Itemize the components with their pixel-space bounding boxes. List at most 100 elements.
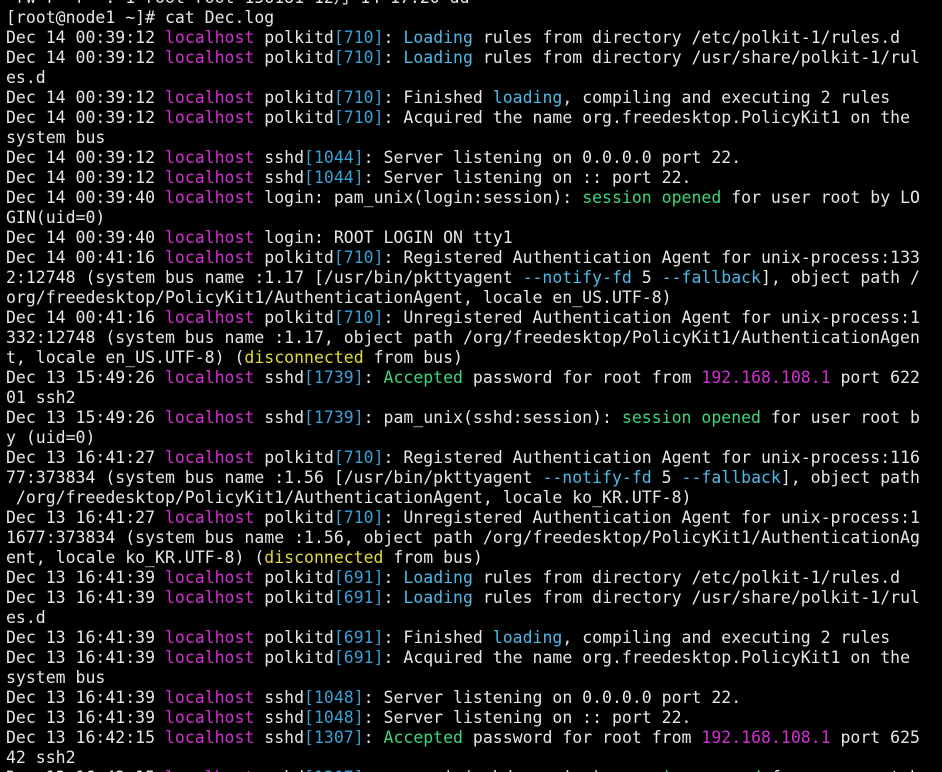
log-text: 5 bbox=[651, 468, 682, 487]
log-text: : Unregistered Authentication Agent for … bbox=[383, 508, 920, 527]
log-line: system bus bbox=[6, 128, 938, 148]
log-line: Dec 13 16:42:15 localhost sshd[1307]: Ac… bbox=[6, 728, 938, 748]
hostname-label: localhost bbox=[164, 168, 255, 187]
log-text: polkitd bbox=[254, 28, 334, 47]
log-text: Dec 14 00:39:12 bbox=[6, 88, 165, 107]
process-id-label: [1044] bbox=[304, 168, 364, 187]
log-line: org/freedesktop/PolicyKit1/Authenticatio… bbox=[6, 288, 938, 308]
log-text: system bus bbox=[6, 668, 106, 687]
log-text: polkitd bbox=[254, 648, 334, 667]
log-text: sshd bbox=[254, 688, 305, 707]
keyword-highlight: loading bbox=[492, 628, 563, 647]
keyword-highlight: --fallback bbox=[681, 468, 781, 487]
log-text: Dec 14 00:39:40 bbox=[6, 188, 165, 207]
hostname-label: localhost bbox=[164, 688, 255, 707]
log-text: polkitd bbox=[254, 248, 334, 267]
status-success-text: session opened bbox=[621, 408, 761, 427]
status-success-text: session opened bbox=[622, 768, 761, 772]
log-text: for user root by LO bbox=[721, 188, 920, 207]
log-text: Dec 13 16:41:39 bbox=[6, 688, 165, 707]
process-id-label: [691] bbox=[333, 628, 384, 647]
keyword-highlight: loading bbox=[492, 88, 563, 107]
hostname-label: localhost bbox=[164, 28, 255, 47]
log-text: : Server listening on 0.0.0.0 port 22. bbox=[363, 688, 742, 707]
log-text: ent, locale ko_KR.UTF-8) ( bbox=[6, 548, 265, 567]
process-id-label: [710] bbox=[333, 88, 384, 107]
hostname-label: localhost bbox=[164, 148, 255, 167]
log-text: Dec 13 16:42:15 bbox=[6, 768, 165, 772]
process-id-label: [710] bbox=[333, 248, 384, 267]
log-line: es.d bbox=[6, 68, 938, 88]
log-text: for user root b bbox=[761, 408, 920, 427]
process-id-label: [691] bbox=[333, 588, 384, 607]
hostname-label: localhost bbox=[164, 588, 255, 607]
log-text: from bus) bbox=[363, 348, 463, 367]
log-text: sshd bbox=[254, 768, 304, 772]
log-text: polkitd bbox=[254, 108, 334, 127]
log-text: Dec 13 16:41:39 bbox=[6, 568, 165, 587]
hostname-label: localhost bbox=[164, 188, 255, 207]
keyword-highlight: Loading bbox=[403, 28, 473, 47]
terminal-output: -rw-r--r--. 1 root root 156181 12月 14 17… bbox=[6, 0, 938, 772]
hostname-label: localhost bbox=[164, 568, 255, 587]
log-line: Dec 13 16:41:39 localhost polkitd[691]: … bbox=[6, 588, 938, 608]
status-warning-text: disconnected bbox=[264, 548, 384, 567]
log-text: Dec 14 00:41:16 bbox=[6, 248, 165, 267]
log-line: 332:12748 (system bus name :1.17, object… bbox=[6, 328, 938, 348]
log-text: : pam_unix(sshd:session): bbox=[363, 408, 622, 427]
command-prompt-line: [root@node1 ~]# cat Dec.log bbox=[6, 8, 938, 28]
log-text: sshd bbox=[254, 728, 305, 747]
log-text: : Server listening on :: port 22. bbox=[363, 168, 692, 187]
log-text: login: ROOT LOGIN ON tty1 bbox=[254, 228, 513, 247]
log-line: Dec 13 15:49:26 localhost sshd[1739]: pa… bbox=[6, 408, 938, 428]
log-text: rules from directory /usr/share/polkit-1… bbox=[472, 48, 920, 67]
log-text: : bbox=[363, 368, 384, 387]
process-id-label: [691] bbox=[333, 568, 384, 587]
process-id-label: [1044] bbox=[304, 148, 364, 167]
log-line: ent, locale ko_KR.UTF-8) (disconnected f… bbox=[6, 548, 938, 568]
log-line: Dec 14 00:39:12 localhost sshd[1044]: Se… bbox=[6, 168, 938, 188]
log-line: Dec 14 00:39:12 localhost polkitd[710]: … bbox=[6, 108, 938, 128]
log-text: sshd bbox=[254, 408, 305, 427]
log-line: -rw-r--r--. 1 root root 156181 12月 14 17… bbox=[6, 0, 938, 8]
process-id-label: [1307] bbox=[304, 768, 364, 772]
log-text: sshd bbox=[254, 168, 305, 187]
log-text: -rw-r--r--. 1 root root 156181 12月 14 17… bbox=[6, 0, 470, 7]
log-text: y (uid=0) bbox=[6, 428, 96, 447]
log-text: Dec 13 16:41:27 bbox=[6, 508, 165, 527]
log-line: Dec 13 16:41:27 localhost polkitd[710]: … bbox=[6, 508, 938, 528]
log-text: password for root from bbox=[463, 368, 702, 387]
log-text: polkitd bbox=[254, 588, 334, 607]
log-text: Dec 13 15:49:26 bbox=[6, 368, 165, 387]
hostname-label: localhost bbox=[164, 628, 255, 647]
log-line: Dec 14 00:39:12 localhost polkitd[710]: … bbox=[6, 28, 938, 48]
hostname-label: localhost bbox=[164, 368, 255, 387]
log-text: : Acquired the name org.freedesktop.Poli… bbox=[383, 648, 911, 667]
log-text: [root@node1 ~]# cat Dec.log bbox=[6, 8, 275, 27]
process-id-label: [1048] bbox=[304, 708, 364, 727]
log-text: 2:12748 (system bus name :1.17 [/usr/bin… bbox=[6, 268, 523, 287]
terminal-window[interactable]: -rw-r--r--. 1 root root 156181 12月 14 17… bbox=[0, 0, 942, 772]
process-id-label: [710] bbox=[333, 28, 384, 47]
log-text: Dec 14 00:39:12 bbox=[6, 28, 165, 47]
log-text: rules from directory /etc/polkit-1/rules… bbox=[472, 568, 901, 587]
log-text: : Unregistered Authentication Agent for … bbox=[383, 308, 920, 327]
log-text: Dec 14 00:39:40 bbox=[6, 228, 165, 247]
log-text: 332:12748 (system bus name :1.17, object… bbox=[6, 328, 920, 347]
log-text: ], object path bbox=[780, 468, 920, 487]
log-line: Dec 14 00:39:40 localhost login: ROOT LO… bbox=[6, 228, 938, 248]
log-text: polkitd bbox=[254, 508, 334, 527]
log-text: Dec 13 16:41:39 bbox=[6, 628, 165, 647]
hostname-label: localhost bbox=[164, 408, 255, 427]
log-line: 01 ssh2 bbox=[6, 388, 938, 408]
keyword-highlight: Loading bbox=[403, 588, 473, 607]
process-id-label: [1307] bbox=[304, 728, 364, 747]
log-text: : Server listening on 0.0.0.0 port 22. bbox=[363, 148, 742, 167]
log-text: 1677:373834 (system bus name :1.56, obje… bbox=[6, 528, 920, 547]
log-line: y (uid=0) bbox=[6, 428, 938, 448]
log-text: : pam_unix(sshd:session): bbox=[364, 768, 622, 772]
log-text: 42 ssh2 bbox=[6, 748, 76, 767]
hostname-label: localhost bbox=[164, 708, 255, 727]
log-line: Dec 14 00:39:12 localhost polkitd[710]: … bbox=[6, 48, 938, 68]
log-text: Dec 14 00:41:16 bbox=[6, 308, 165, 327]
